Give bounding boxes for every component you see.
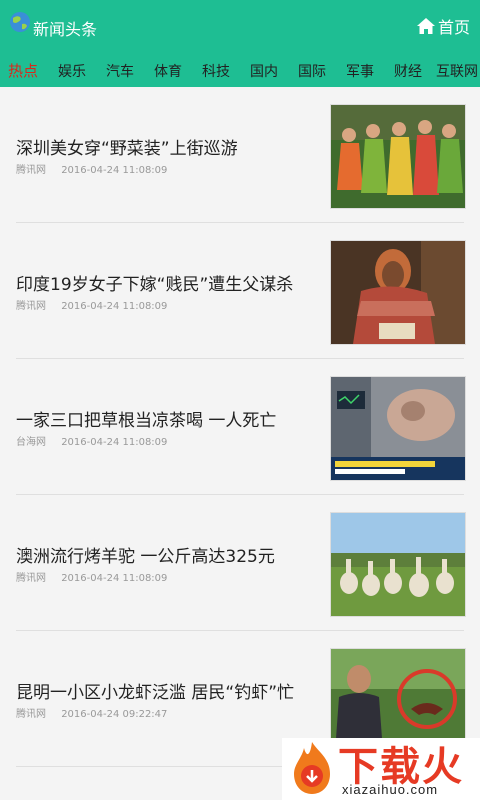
news-time: 2016-04-24 11:08:09 — [61, 573, 168, 584]
app-title: 新闻头条 — [33, 20, 98, 39]
news-source: 台海网 — [16, 437, 46, 448]
news-source: 腾讯网 — [16, 165, 46, 176]
watermark: 下载火 xiazaihuo.com — [282, 738, 480, 800]
news-item[interactable]: 深圳美女穿“野菜装”上街巡游 腾讯网 2016-04-24 11:08:09 — [0, 87, 480, 222]
tab-internet[interactable]: 互联网 — [436, 61, 478, 81]
news-time: 2016-04-24 09:22:47 — [61, 709, 168, 720]
news-source: 腾讯网 — [16, 573, 46, 584]
news-item[interactable]: 印度19岁女子下嫁“贱民”遭生父谋杀 腾讯网 2016-04-24 11:08:… — [0, 223, 480, 358]
news-meta: 腾讯网 2016-04-24 11:08:09 — [16, 569, 167, 584]
news-time: 2016-04-24 11:08:09 — [61, 437, 168, 448]
news-title: 一家三口把草根当凉茶喝 一人死亡 — [16, 411, 277, 431]
globe-icon — [10, 12, 30, 32]
news-title: 深圳美女穿“野菜装”上街巡游 — [16, 139, 238, 159]
news-thumbnail-image — [330, 512, 466, 617]
news-thumbnail-image — [330, 104, 466, 209]
tab-hot[interactable]: 热点 — [8, 60, 38, 81]
flame-logo-icon — [294, 742, 330, 794]
tab-entertainment[interactable]: 娱乐 — [58, 61, 86, 81]
tab-auto[interactable]: 汽车 — [106, 61, 134, 81]
news-title: 印度19岁女子下嫁“贱民”遭生父谋杀 — [16, 275, 294, 295]
tab-military[interactable]: 军事 — [346, 61, 374, 81]
watermark-url: xiazaihuo.com — [342, 782, 439, 797]
news-meta: 台海网 2016-04-24 11:08:09 — [16, 433, 167, 448]
news-thumbnail-image — [330, 240, 466, 345]
tab-domestic[interactable]: 国内 — [250, 61, 278, 81]
news-item[interactable]: 澳洲流行烤羊驼 一公斤高达325元 腾讯网 2016-04-24 11:08:0… — [0, 495, 480, 630]
tab-sports[interactable]: 体育 — [154, 61, 182, 81]
news-time: 2016-04-24 11:08:09 — [61, 301, 168, 312]
category-tabs: 热点 娱乐 汽车 体育 科技 国内 国际 军事 财经 互联网 — [0, 54, 480, 87]
news-title: 昆明一小区小龙虾泛滥 居民“钓虾”忙 — [16, 683, 295, 703]
news-time: 2016-04-24 11:08:09 — [61, 165, 168, 176]
home-label: 首页 — [437, 18, 470, 37]
news-meta: 腾讯网 2016-04-24 11:08:09 — [16, 297, 167, 312]
news-item[interactable]: 一家三口把草根当凉茶喝 一人死亡 台海网 2016-04-24 11:08:09 — [0, 359, 480, 494]
tab-finance[interactable]: 财经 — [394, 61, 422, 81]
news-meta: 腾讯网 2016-04-24 11:08:09 — [16, 161, 167, 176]
tab-tech[interactable]: 科技 — [202, 61, 230, 81]
news-source: 腾讯网 — [16, 301, 46, 312]
tab-international[interactable]: 国际 — [298, 61, 326, 81]
news-meta: 腾讯网 2016-04-24 09:22:47 — [16, 705, 167, 720]
top-bar: 新闻头条 首页 — [0, 0, 480, 54]
news-source: 腾讯网 — [16, 709, 46, 720]
home-icon — [416, 18, 435, 34]
news-title: 澳洲流行烤羊驼 一公斤高达325元 — [16, 547, 275, 567]
news-thumbnail-image — [330, 376, 466, 481]
home-button[interactable]: 首页 — [416, 14, 470, 38]
